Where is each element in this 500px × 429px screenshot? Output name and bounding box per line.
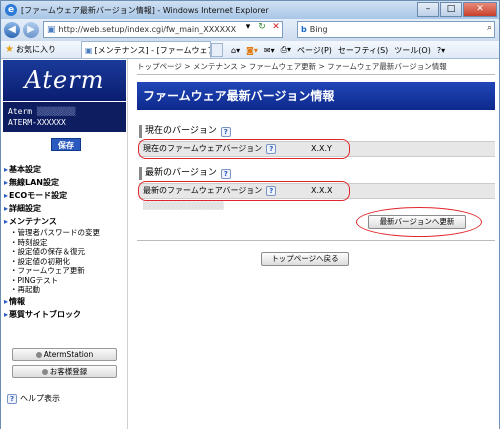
address-tools: ▾ ↻ ✕ [241, 20, 283, 34]
submenu-time[interactable]: 時刻設定 [4, 238, 126, 248]
submenu-admin-password[interactable]: 管理者パスワードの変更 [4, 228, 126, 238]
menu-advanced[interactable]: 詳細設定 [4, 202, 126, 215]
save-button[interactable]: 保存 [51, 138, 81, 151]
submenu-backup-restore[interactable]: 設定値の保存＆復元 [4, 247, 126, 257]
bullet-icon [41, 369, 48, 375]
browser-tab[interactable]: ▣ [メンテナンス] - [ファームウェア更... [81, 41, 211, 58]
help-icon: ? [7, 393, 17, 404]
window-controls: – □ ✕ [416, 2, 497, 17]
new-tab-button[interactable] [211, 43, 223, 57]
blurred-note: ▒▒▒▒▒▒▒▒▒▒▒▒▒▒▒ [143, 202, 224, 210]
submenu-factory-reset[interactable]: 設定値の初期化 [4, 257, 126, 267]
back-icon[interactable]: ◀ [4, 22, 20, 38]
url-text: http://web.setup/index.cgi/fw_main_XXXXX… [58, 25, 237, 34]
submenu-reboot[interactable]: 再起動 [4, 285, 126, 295]
stop-icon[interactable]: ✕ [269, 20, 283, 34]
model-box: Aterm ▒▒▒▒▒▒▒▒ ATERM-XXXXXX [3, 102, 126, 132]
home-icon[interactable]: ⌂▾ [231, 46, 240, 55]
breadcrumb[interactable]: トップページ > メンテナンス > ファームウェア更新 > ファームウェア最新バ… [137, 61, 495, 75]
help-icon[interactable]: ? [220, 126, 231, 137]
search-engine-label: Bing [309, 25, 328, 34]
page-title: ファームウェア最新バージョン情報 [137, 82, 495, 110]
sidebar: Aterm Aterm ▒▒▒▒▒▒▒▒ ATERM-XXXXXX 保存 基本設… [1, 59, 128, 429]
menu-wireless-lan[interactable]: 無線LAN設定 [4, 176, 126, 189]
back-to-top-button[interactable]: トップページへ戻る [261, 252, 349, 266]
feeds-icon[interactable]: ◙▾ [246, 46, 258, 55]
address-bar-row: ◀ ▶ ▣ http://web.setup/index.cgi/fw_main… [1, 19, 499, 41]
highlight-oval [138, 139, 350, 159]
page-menu[interactable]: ページ(P) [297, 45, 332, 56]
tools-menu[interactable]: ツール(O) [394, 45, 431, 56]
search-field[interactable]: b Bing ⌕ [297, 21, 495, 38]
highlight-oval [356, 207, 482, 237]
help-link[interactable]: ? ヘルプ表示 [7, 393, 60, 404]
dropdown-icon[interactable]: ▾ [241, 20, 255, 34]
menu-basic-settings[interactable]: 基本設定 [4, 163, 126, 176]
menu-maintenance[interactable]: メンテナンス [4, 215, 126, 228]
help-label: ヘルプ表示 [20, 394, 60, 403]
window-title: [ファームウェア最新バージョン情報] - Windows Internet Ex… [21, 5, 269, 15]
favorites-bar: ★ お気に入り ▣ [メンテナンス] - [ファームウェア更... ⌂▾ ◙▾ … [1, 41, 499, 59]
star-icon: ★ [5, 44, 14, 55]
current-version-heading: 現在のバージョン ? [139, 125, 495, 138]
ie-logo-icon: e [5, 4, 17, 16]
minimize-icon[interactable]: – [417, 2, 439, 17]
close-icon[interactable]: ✕ [463, 2, 497, 17]
aterm-logo: Aterm [3, 60, 126, 101]
refresh-icon[interactable]: ↻ [255, 20, 269, 34]
model-line1: Aterm [8, 107, 33, 116]
help-icon[interactable]: ? [220, 168, 231, 179]
browser-window: e [ファームウェア最新バージョン情報] - Windows Internet … [0, 0, 500, 429]
tab-label: [メンテナンス] - [ファームウェア更... [94, 45, 210, 55]
highlight-oval [138, 181, 350, 201]
main-panel: トップページ > メンテナンス > ファームウェア更新 > ファームウェア最新バ… [137, 59, 495, 429]
safety-menu[interactable]: セーフティ(S) [338, 45, 388, 56]
mail-icon[interactable]: ✉▾ [264, 46, 275, 55]
page-content: Aterm Aterm ▒▒▒▒▒▒▒▒ ATERM-XXXXXX 保存 基本設… [1, 59, 499, 429]
bing-icon: b [301, 25, 307, 34]
title-bar: e [ファームウェア最新バージョン情報] - Windows Internet … [1, 1, 499, 19]
menu-info[interactable]: 情報 [4, 295, 126, 308]
menu-eco-mode[interactable]: ECOモード設定 [4, 189, 126, 202]
page-icon: ▣ [85, 45, 93, 55]
sidebar-menu: 基本設定 無線LAN設定 ECOモード設定 詳細設定 メンテナンス 管理者パスワ… [4, 163, 126, 321]
submenu-firmware-update[interactable]: ファームウェア更新 [4, 266, 126, 276]
page-icon: ▣ [47, 24, 56, 35]
favorites-label: お気に入り [15, 45, 56, 54]
atermstation-button[interactable]: AtermStation [12, 348, 117, 361]
maximize-icon[interactable]: □ [440, 2, 462, 17]
search-icon[interactable]: ⌕ [487, 23, 492, 33]
submenu-ping-test[interactable]: PINGテスト [4, 276, 126, 286]
forward-icon[interactable]: ▶ [23, 22, 39, 38]
divider [137, 240, 495, 241]
bullet-icon [35, 352, 42, 358]
customer-registration-button[interactable]: お客様登録 [12, 365, 117, 378]
help-icon[interactable]: ?▾ [437, 46, 445, 55]
menu-site-block[interactable]: 悪質サイトブロック [4, 308, 126, 321]
favorites-button[interactable]: ★ お気に入り [5, 44, 56, 55]
latest-version-heading: 最新のバージョン ? [139, 167, 495, 180]
model-line2: ATERM-XXXXXX [8, 118, 66, 127]
command-bar: ⌂▾ ◙▾ ✉▾ ⎙▾ ページ(P) セーフティ(S) ツール(O) ?▾ [231, 41, 451, 59]
print-icon[interactable]: ⎙▾ [281, 45, 291, 55]
